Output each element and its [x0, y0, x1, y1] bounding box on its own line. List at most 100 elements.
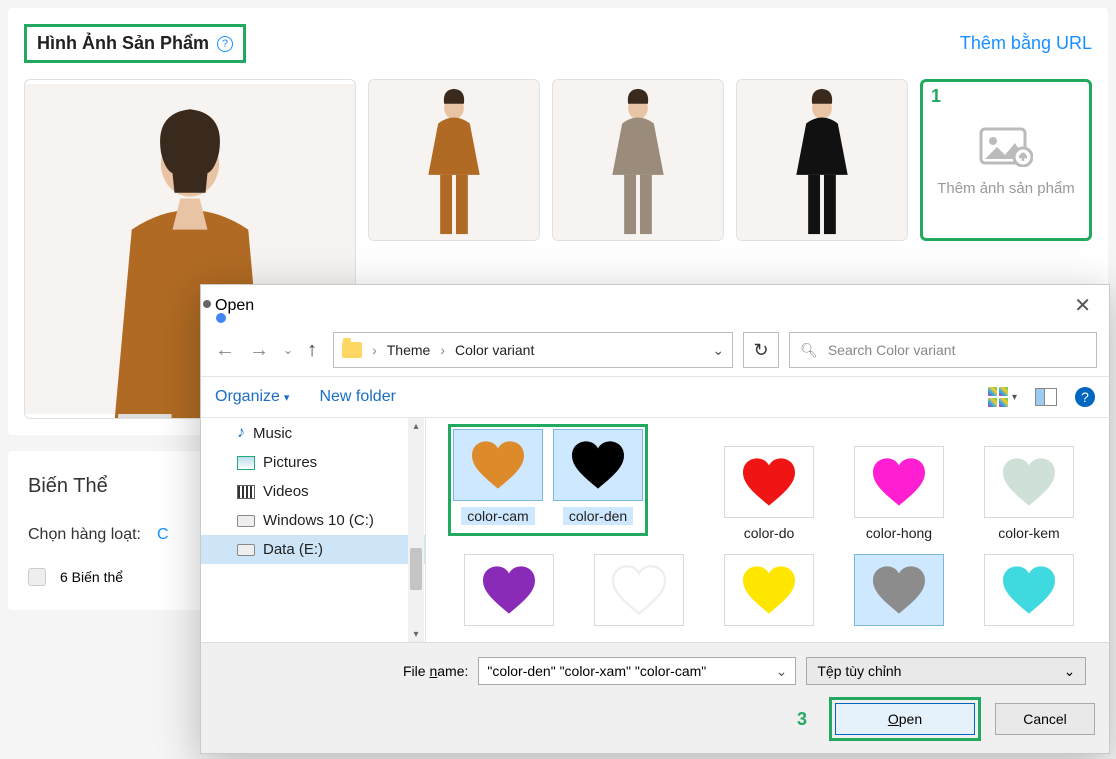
section-title: Hình Ảnh Sản Phẩm — [37, 33, 209, 54]
open-button[interactable]: Open — [835, 703, 975, 735]
file-item-yellow[interactable] — [710, 554, 828, 626]
nav-arrows: ← → ⌄ ↑ — [209, 339, 323, 362]
open-button-highlight: Open — [829, 697, 981, 741]
file-label: color-hong — [860, 524, 938, 542]
filetype-select[interactable]: Tệp tùy chỉnh ⌄ — [806, 657, 1086, 685]
file-item-white[interactable] — [580, 554, 698, 626]
heart-icon — [469, 439, 527, 491]
drive-icon — [237, 544, 255, 556]
image-upload-icon — [979, 123, 1033, 170]
folder-icon — [342, 342, 362, 358]
breadcrumb-theme[interactable]: Theme — [387, 342, 431, 358]
sidebar-item-label: Videos — [263, 483, 309, 500]
sidebar-item-music[interactable]: ♪ Music — [201, 418, 425, 448]
up-icon[interactable]: ↑ — [307, 339, 317, 362]
dialog-nav-row: ← → ⌄ ↑ › Theme › Color variant ⌄ ↻ 🔍︎ S… — [201, 324, 1109, 376]
chevron-down-icon[interactable]: ⌄ — [712, 342, 724, 359]
music-icon: ♪ — [237, 424, 245, 442]
heart-icon — [1000, 564, 1058, 616]
filetype-label: Tệp tùy chỉnh — [817, 663, 901, 679]
file-item-color-kem[interactable]: color-kem — [970, 446, 1088, 542]
pictures-icon — [237, 456, 255, 470]
heart-icon — [870, 456, 928, 508]
heart-icon — [740, 564, 798, 616]
heart-icon — [870, 564, 928, 616]
back-icon[interactable]: ← — [215, 339, 235, 362]
product-thumb-1[interactable] — [368, 79, 540, 241]
heart-icon — [569, 439, 627, 491]
preview-pane-button[interactable] — [1035, 388, 1057, 406]
file-item-cyan[interactable] — [970, 554, 1088, 626]
file-item-color-do[interactable]: color-do — [710, 446, 828, 542]
search-placeholder: Search Color variant — [828, 342, 956, 358]
file-open-dialog: Open ✕ ← → ⌄ ↑ › Theme › Color variant ⌄… — [200, 284, 1110, 754]
forward-icon[interactable]: → — [249, 339, 269, 362]
sidebar-item-videos[interactable]: Videos — [201, 477, 425, 506]
breadcrumb-colorvariant[interactable]: Color variant — [455, 342, 534, 358]
breadcrumb-path[interactable]: › Theme › Color variant ⌄ — [333, 332, 733, 368]
product-thumb-2[interactable] — [552, 79, 724, 241]
file-label: color-kem — [992, 524, 1065, 542]
help-icon[interactable]: ? — [217, 36, 233, 52]
chevron-down-icon: ▾ — [284, 391, 290, 404]
heart-icon — [480, 564, 538, 616]
sidebar-item-label: Data (E:) — [263, 541, 323, 558]
close-icon[interactable]: ✕ — [1068, 291, 1097, 320]
add-product-image-button[interactable]: 1 Thêm ảnh sản phẩm — [920, 79, 1092, 241]
bulk-link[interactable]: C — [157, 526, 169, 544]
chevron-right-icon: › — [372, 342, 377, 358]
sidebar-item-label: Windows 10 (C:) — [263, 512, 374, 529]
heart-icon — [740, 456, 798, 508]
search-input[interactable]: 🔍︎ Search Color variant — [789, 332, 1097, 368]
annotation-selection-2: color-cam color-den — [448, 424, 648, 536]
filename-value: "color-den" "color-xam" "color-cam" — [487, 663, 706, 679]
dialog-body: ♪ Music Pictures Videos Windows 10 (C:) D… — [201, 418, 1109, 642]
sidebar-item-label: Pictures — [263, 454, 317, 471]
bulk-label: Chọn hàng loạt: — [28, 526, 141, 544]
cancel-button[interactable]: Cancel — [995, 703, 1095, 735]
variant-count-label: 6 Biến thể — [60, 569, 123, 585]
drive-icon — [237, 515, 255, 527]
dialog-titlebar: Open ✕ — [201, 285, 1109, 324]
file-label: color-den — [563, 507, 633, 525]
sidebar-item-edrive[interactable]: Data (E:) — [201, 535, 425, 564]
sidebar-item-pictures[interactable]: Pictures — [201, 448, 425, 477]
heart-icon — [1000, 456, 1058, 508]
annotation-marker-2: 2 — [626, 418, 636, 419]
new-folder-button[interactable]: New folder — [319, 388, 395, 406]
file-label: color-do — [738, 524, 801, 542]
file-item-color-cam[interactable]: color-cam — [453, 429, 543, 525]
chevron-right-icon: › — [440, 342, 445, 358]
videos-icon — [237, 485, 255, 499]
annotation-marker-3: 3 — [797, 709, 807, 730]
add-by-url-link[interactable]: Thêm bằng URL — [960, 33, 1092, 54]
heart-icon — [610, 564, 668, 616]
help-icon[interactable]: ? — [1075, 387, 1095, 407]
product-thumb-3[interactable] — [736, 79, 908, 241]
file-item-gray[interactable] — [840, 554, 958, 626]
refresh-button[interactable]: ↻ — [743, 332, 779, 368]
chevron-down-icon: ⌄ — [1064, 663, 1076, 680]
file-label: color-cam — [461, 507, 534, 525]
dialog-sidebar: ♪ Music Pictures Videos Windows 10 (C:) D… — [201, 418, 426, 642]
search-icon: 🔍︎ — [800, 342, 818, 359]
file-item-color-hong[interactable]: color-hong — [840, 446, 958, 542]
organize-menu[interactable]: Organize ▾ — [215, 388, 289, 406]
sidebar-item-label: Music — [253, 425, 292, 442]
sidebar-scrollbar[interactable]: ▴▾ — [408, 418, 424, 642]
view-mode-button[interactable]: ▾ — [988, 387, 1017, 407]
annotation-marker-1: 1 — [931, 86, 941, 107]
chevron-down-icon[interactable]: ⌄ — [776, 663, 788, 680]
dialog-footer: File name: "color-den" "color-xam" "colo… — [201, 642, 1109, 753]
file-list-area: . color-cam color-den 2 x x color-do — [426, 418, 1109, 642]
section-title-highlight: Hình Ảnh Sản Phẩm ? — [24, 24, 246, 63]
file-item-purple[interactable] — [450, 554, 568, 626]
add-image-label: Thêm ảnh sản phẩm — [929, 180, 1083, 197]
file-item-color-den[interactable]: color-den — [553, 429, 643, 525]
sidebar-item-cdrive[interactable]: Windows 10 (C:) — [201, 506, 425, 535]
variant-checkbox[interactable] — [28, 568, 46, 586]
filename-input[interactable]: "color-den" "color-xam" "color-cam" ⌄ — [478, 657, 796, 685]
recent-chevron-icon[interactable]: ⌄ — [283, 343, 293, 357]
section-header: Hình Ảnh Sản Phẩm ? Thêm bằng URL — [24, 24, 1092, 63]
filename-label: File name: — [403, 663, 468, 679]
